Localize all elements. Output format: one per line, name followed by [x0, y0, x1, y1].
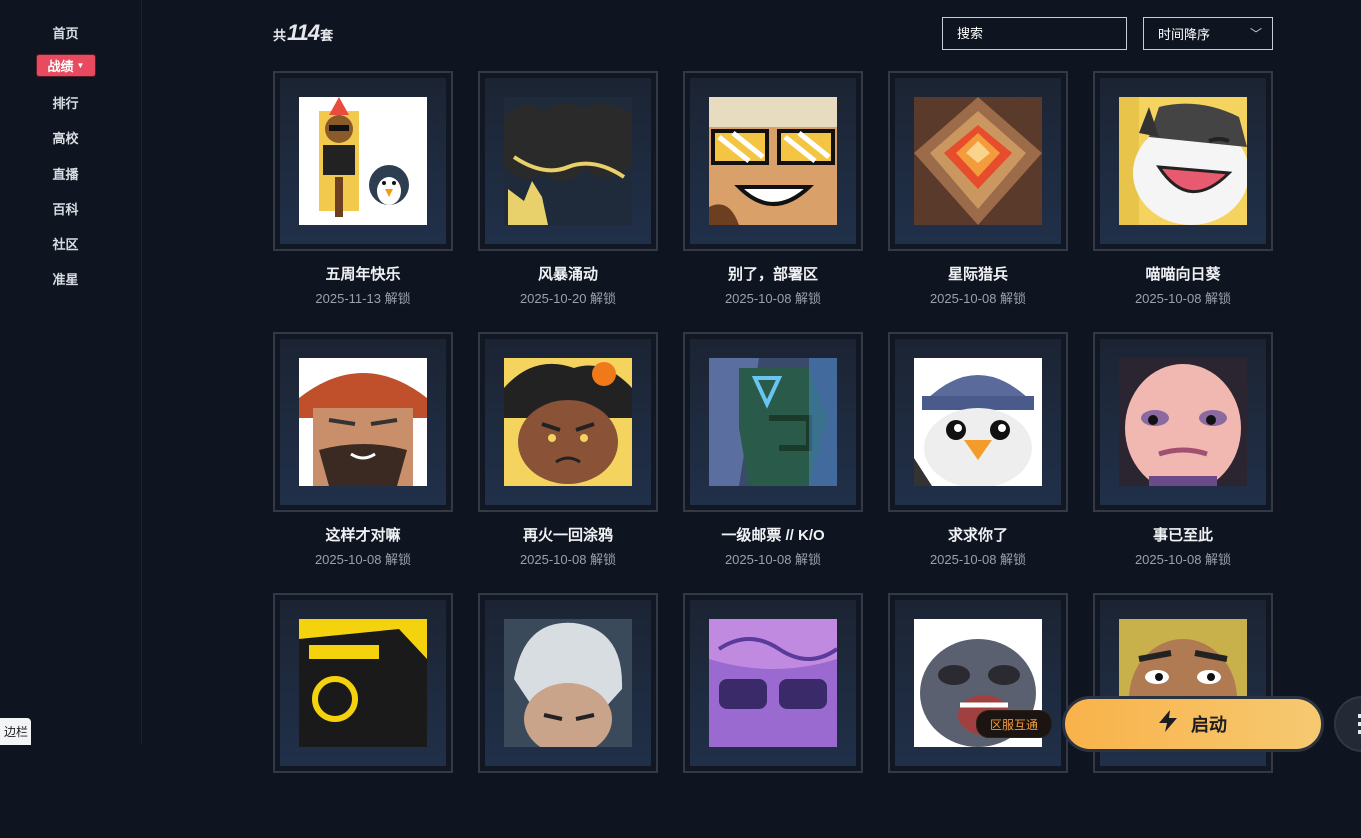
- count-prefix: 共: [273, 28, 287, 43]
- nav-item-college[interactable]: 高校: [0, 128, 131, 147]
- launch-button[interactable]: 启动: [1062, 696, 1324, 752]
- collection-count: 共 114 套: [273, 20, 333, 46]
- launch-label: 启动: [1191, 715, 1227, 735]
- cyber-armor-icon: [709, 358, 837, 486]
- spray-name: 星际猎兵: [947, 266, 1008, 283]
- spray-frame[interactable]: [273, 332, 453, 512]
- count-suffix: 套: [320, 28, 334, 43]
- storm-crown-icon: [504, 97, 632, 225]
- spray-name: 这样才对嘛: [325, 527, 401, 544]
- spray-card[interactable]: [683, 593, 863, 838]
- makeup-face-icon: [1119, 358, 1247, 486]
- spray-card[interactable]: 星际猎兵 2025-10-08 解锁: [888, 71, 1068, 316]
- nav-item-home[interactable]: 首页: [0, 23, 131, 42]
- nav-item-live[interactable]: 直播: [0, 164, 131, 183]
- spray-frame[interactable]: [888, 593, 1068, 773]
- sort-dropdown[interactable]: 时间降序 ﹀: [1143, 17, 1273, 50]
- spray-frame[interactable]: [273, 593, 453, 773]
- spray-card[interactable]: 这样才对嘛 2025-10-08 解锁: [273, 332, 453, 577]
- more-menu-button[interactable]: [1334, 696, 1361, 752]
- lightning-bolt-icon: [1159, 710, 1177, 738]
- spray-frame[interactable]: [478, 71, 658, 251]
- spray-frame[interactable]: [683, 332, 863, 512]
- nav-item-wiki[interactable]: 百科: [0, 199, 131, 218]
- spray-card[interactable]: 一级邮票 // K/O 2025-10-08 解锁: [683, 332, 863, 577]
- spray-name: 风暴涌动: [537, 266, 598, 283]
- spray-name: 五周年快乐: [325, 266, 401, 283]
- spray-name: 求求你了: [947, 527, 1008, 544]
- spray-name: 喵喵向日葵: [1145, 266, 1221, 283]
- spray-card[interactable]: 事已至此 2025-10-08 解锁: [1093, 332, 1273, 577]
- sort-label: 时间降序: [1158, 27, 1211, 42]
- spray-unlock-date: 2025-10-08 解锁: [314, 552, 412, 567]
- caret-down-icon: ▼: [76, 61, 85, 70]
- spray-unlock-date: 2025-10-20 解锁: [519, 291, 617, 306]
- spray-card[interactable]: 喵喵向日葵 2025-10-08 解锁: [1093, 71, 1273, 316]
- nav-item-crosshair[interactable]: 准星: [0, 269, 131, 288]
- spray-frame[interactable]: [478, 593, 658, 773]
- yellow-robot-icon: [299, 619, 427, 747]
- spray-unlock-date: 2025-10-08 解锁: [519, 552, 617, 567]
- spray-frame[interactable]: [273, 71, 453, 251]
- spray-name: 别了，部署区: [727, 266, 818, 283]
- spray-unlock-date: 2025-10-08 解锁: [1134, 552, 1232, 567]
- spray-card[interactable]: 别了，部署区 2025-10-08 解锁: [683, 71, 863, 316]
- spray-frame[interactable]: [1093, 332, 1273, 512]
- spray-frame[interactable]: [683, 593, 863, 773]
- spray-unlock-date: 2025-10-08 解锁: [929, 552, 1027, 567]
- spray-card[interactable]: 风暴涌动 2025-10-20 解锁: [478, 71, 658, 316]
- spray-name: 一级邮票 // K/O: [721, 527, 825, 544]
- sidebar: 首页 战绩 ▼ 排行 高校 直播 百科 社区 准星: [0, 0, 142, 745]
- count-value: 114: [287, 20, 320, 45]
- spray-card[interactable]: [478, 593, 658, 838]
- nav-item-ranking[interactable]: 排行: [0, 93, 131, 112]
- spray-frame[interactable]: [888, 71, 1068, 251]
- spray-unlock-date: 2025-10-08 解锁: [929, 291, 1027, 306]
- nav-item-match-record[interactable]: 战绩 ▼: [36, 54, 96, 77]
- sunglasses-grin-icon: [709, 97, 837, 225]
- spray-frame[interactable]: [1093, 71, 1273, 251]
- beanie-penguin-icon: [914, 358, 1042, 486]
- spray-unlock-date: 2025-10-08 解锁: [724, 552, 822, 567]
- spray-name: 再火一回涂鸦: [522, 527, 613, 544]
- spray-frame[interactable]: [478, 332, 658, 512]
- spray-card[interactable]: 再火一回涂鸦 2025-10-08 解锁: [478, 332, 658, 577]
- region-interop-badge: 区服互通: [976, 710, 1052, 738]
- search-input[interactable]: [942, 17, 1127, 50]
- spray-unlock-date: 2025-11-13 解锁: [315, 291, 411, 306]
- spray-frame[interactable]: [683, 71, 863, 251]
- laughing-cat-icon: [1119, 97, 1247, 225]
- spray-unlock-date: 2025-10-08 解锁: [1134, 291, 1232, 306]
- bear-penguin-sticker-icon: [299, 97, 427, 225]
- spray-frame[interactable]: [888, 332, 1068, 512]
- purple-shades-icon: [709, 619, 837, 747]
- white-hair-girl-icon: [504, 619, 632, 747]
- nav-item-community[interactable]: 社区: [0, 234, 131, 253]
- bearded-warrior-icon: [299, 358, 427, 486]
- spray-card[interactable]: 五周年快乐 2025-11-13 解锁: [273, 71, 453, 316]
- spray-name: 事已至此: [1152, 527, 1213, 544]
- spray-card[interactable]: 求求你了 2025-10-08 解锁: [888, 332, 1068, 577]
- chevron-down-icon: ﹀: [1249, 27, 1262, 41]
- spray-unlock-date: 2025-10-08 解锁: [724, 291, 822, 306]
- orange-gem-shield-icon: [914, 97, 1042, 225]
- sidebar-toggle-button[interactable]: 边栏: [0, 718, 31, 745]
- spray-card[interactable]: [273, 593, 453, 838]
- angry-flower-girl-icon: [504, 358, 632, 486]
- nav-item-match-record-label: 战绩: [47, 59, 74, 74]
